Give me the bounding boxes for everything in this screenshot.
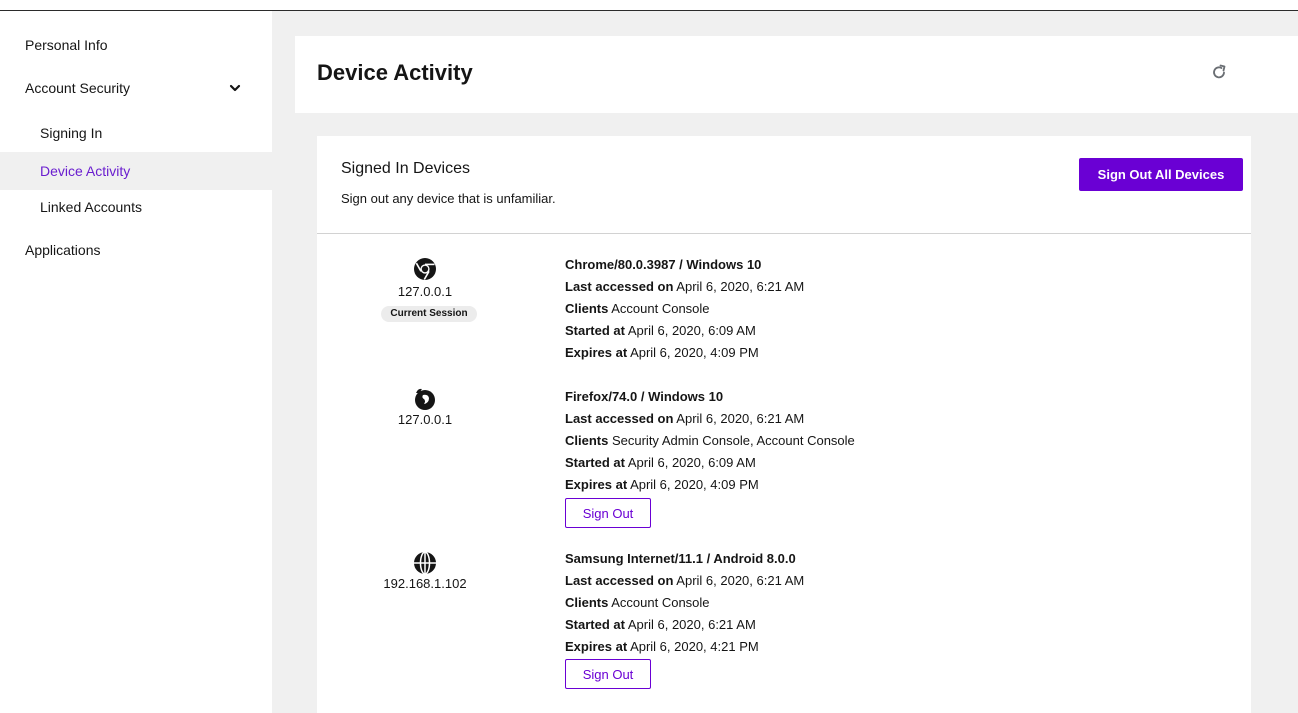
sign-out-button[interactable]: Sign Out (565, 659, 651, 689)
clients-value: Account Console (611, 301, 710, 316)
expires-label: Expires at (565, 477, 628, 492)
started-value: April 6, 2020, 6:09 AM (627, 323, 756, 338)
sidebar-item-label: Applications (25, 242, 101, 258)
sidebar-item-label: Account Security (25, 80, 131, 96)
card-subtitle: Sign out any device that is unfamiliar. (341, 191, 556, 206)
sidebar-item-label: Signing In (40, 125, 103, 141)
device-details: Firefox/74.0 / Windows 10 Last accessed … (565, 386, 855, 496)
expires-label: Expires at (565, 345, 628, 360)
expires-value: April 6, 2020, 4:09 PM (630, 477, 759, 492)
firefox-icon (415, 388, 435, 410)
card-header: Signed In Devices Sign out any device th… (317, 136, 1251, 234)
sidebar-item-device-activity[interactable]: Device Activity (0, 152, 272, 190)
sidebar: Personal Info Account Security Signing I… (0, 11, 272, 713)
chevron-down-icon (229, 84, 241, 92)
device-details: Samsung Internet/11.1 / Android 8.0.0 La… (565, 548, 804, 658)
sidebar-item-label: Linked Accounts (40, 199, 142, 215)
started-label: Started at (565, 455, 625, 470)
device-name: Samsung Internet/11.1 / Android 8.0.0 (565, 551, 796, 566)
current-session-badge: Current Session (381, 306, 477, 322)
sidebar-item-account-security[interactable]: Account Security (0, 69, 272, 107)
device-details: Chrome/80.0.3987 / Windows 10 Last acces… (565, 254, 804, 364)
last-accessed-label: Last accessed on (565, 279, 674, 294)
device-name: Chrome/80.0.3987 / Windows 10 (565, 257, 762, 272)
sidebar-item-label: Device Activity (40, 163, 131, 179)
clients-label: Clients (565, 433, 609, 448)
sidebar-item-personal-info[interactable]: Personal Info (0, 26, 272, 64)
clients-label: Clients (565, 301, 609, 316)
expires-value: April 6, 2020, 4:21 PM (630, 639, 759, 654)
sidebar-item-linked-accounts[interactable]: Linked Accounts (0, 188, 272, 226)
last-accessed-label: Last accessed on (565, 573, 674, 588)
started-value: April 6, 2020, 6:21 AM (627, 617, 756, 632)
expires-label: Expires at (565, 639, 628, 654)
sidebar-item-signing-in[interactable]: Signing In (0, 114, 272, 152)
clients-value: Security Admin Console, Account Console (611, 433, 855, 448)
last-accessed-value: April 6, 2020, 6:21 AM (676, 573, 805, 588)
sign-out-all-devices-button[interactable]: Sign Out All Devices (1079, 158, 1243, 191)
last-accessed-label: Last accessed on (565, 411, 674, 426)
signed-in-devices-card: Signed In Devices Sign out any device th… (317, 136, 1251, 713)
globe-icon (414, 551, 436, 575)
started-value: April 6, 2020, 6:09 AM (627, 455, 756, 470)
clients-label: Clients (565, 595, 609, 610)
sidebar-item-label: Personal Info (25, 37, 108, 53)
page-header: Device Activity (295, 36, 1298, 113)
last-accessed-value: April 6, 2020, 6:21 AM (676, 279, 805, 294)
started-label: Started at (565, 323, 625, 338)
card-title: Signed In Devices (341, 160, 470, 177)
clients-value: Account Console (611, 595, 710, 610)
chrome-icon (414, 258, 436, 280)
last-accessed-value: April 6, 2020, 6:21 AM (676, 411, 805, 426)
device-name: Firefox/74.0 / Windows 10 (565, 389, 724, 404)
sign-out-button[interactable]: Sign Out (565, 498, 651, 528)
device-ip: 192.168.1.102 (383, 576, 467, 591)
device-ip: 127.0.0.1 (397, 284, 453, 299)
started-label: Started at (565, 617, 625, 632)
expires-value: April 6, 2020, 4:09 PM (630, 345, 759, 360)
main-content: Device Activity Signed In Devices Sign o… (272, 11, 1298, 713)
page-title: Device Activity (317, 60, 473, 85)
refresh-icon[interactable] (1210, 63, 1228, 81)
sidebar-item-applications[interactable]: Applications (0, 231, 272, 269)
device-ip: 127.0.0.1 (397, 412, 453, 427)
